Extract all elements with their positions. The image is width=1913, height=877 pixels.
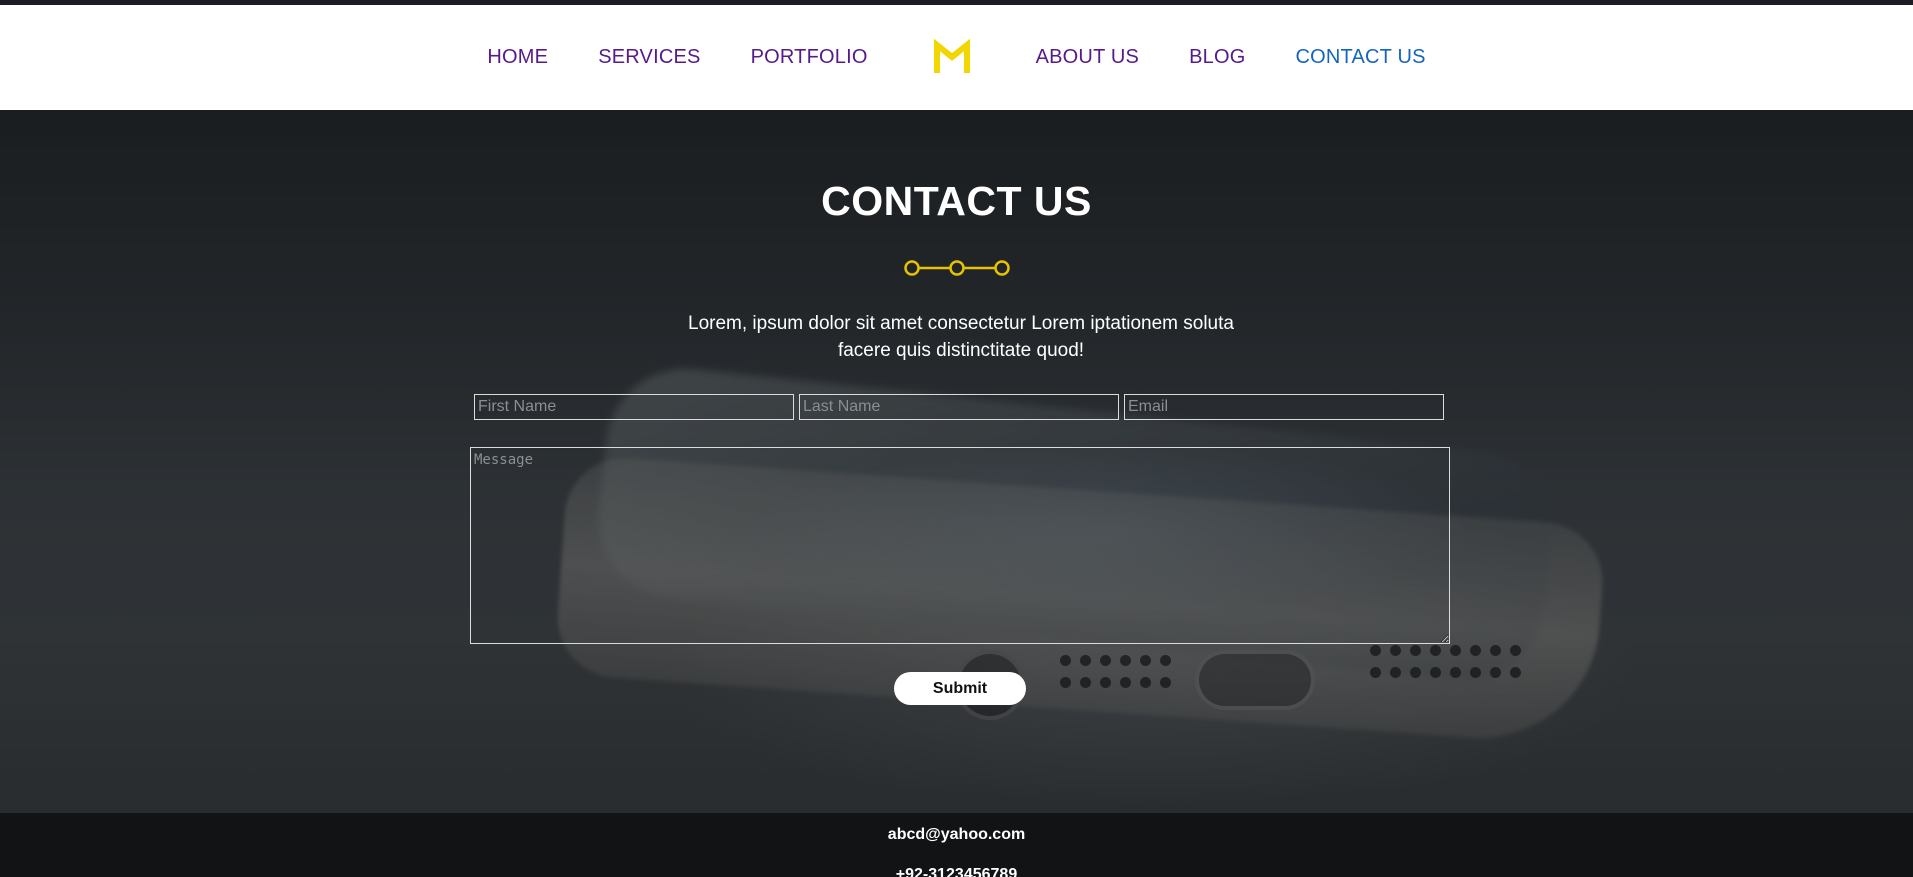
footer: abcd@yahoo.com +92-3123456789 xyxy=(0,813,1913,877)
nav-link-contact-us[interactable]: CONTACT US xyxy=(1295,46,1425,68)
footer-phone: +92-3123456789 xyxy=(895,866,1018,877)
logo-icon xyxy=(933,38,970,73)
first-name-input[interactable] xyxy=(474,394,794,420)
nav-link-portfolio[interactable]: PORTFOLIO xyxy=(751,46,868,68)
contact-section: CONTACT US Lorem, ipsum dolor sit amet c… xyxy=(0,110,1913,813)
three-circles-line-icon xyxy=(904,260,1010,276)
last-name-input[interactable] xyxy=(799,394,1119,420)
message-textarea[interactable] xyxy=(470,447,1450,644)
nav-list: HOME SERVICES PORTFOLIO ABOUT US BLOG CO… xyxy=(462,38,1450,78)
email-input[interactable] xyxy=(1124,394,1444,420)
m-letter-logo[interactable] xyxy=(932,38,972,78)
nav-link-blog[interactable]: BLOG xyxy=(1189,46,1245,68)
intro-text: Lorem, ipsum dolor sit amet consectetur … xyxy=(688,313,1234,361)
nav-link-about-us[interactable]: ABOUT US xyxy=(1036,46,1139,68)
nav-link-services[interactable]: SERVICES xyxy=(598,46,700,68)
page-title: CONTACT US xyxy=(821,178,1092,224)
footer-email: abcd@yahoo.com xyxy=(887,826,1026,843)
nav-link-home[interactable]: HOME xyxy=(487,46,548,68)
navigation-bar: HOME SERVICES PORTFOLIO ABOUT US BLOG CO… xyxy=(0,5,1913,110)
name-email-row xyxy=(474,394,1446,420)
contact-content: CONTACT US Lorem, ipsum dolor sit amet c… xyxy=(0,110,1913,813)
submit-button[interactable]: Submit xyxy=(894,672,1026,705)
